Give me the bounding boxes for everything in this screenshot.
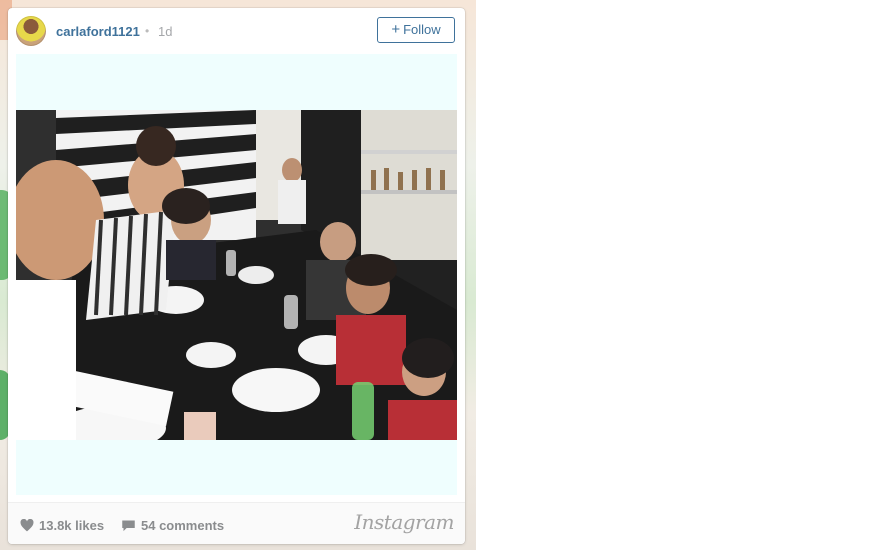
follow-label: Follow bbox=[403, 22, 441, 37]
post-photo[interactable] bbox=[16, 110, 457, 440]
plus-icon: + bbox=[391, 21, 401, 38]
follow-button[interactable]: + Follow bbox=[377, 17, 455, 43]
comments-count[interactable]: 54 comments bbox=[121, 518, 224, 533]
avatar[interactable] bbox=[16, 16, 46, 46]
comments-label: 54 comments bbox=[141, 518, 225, 533]
post-footer: 13.8k likes 54 comments Instagram bbox=[8, 502, 465, 544]
likes-count[interactable]: 13.8k likes bbox=[20, 518, 104, 533]
post-age[interactable]: 1d bbox=[158, 24, 172, 39]
post-header: carlaford1121 • 1d + Follow bbox=[8, 8, 465, 54]
post-media[interactable] bbox=[16, 54, 457, 495]
heart-icon bbox=[20, 519, 34, 532]
instagram-logo[interactable]: Instagram bbox=[354, 510, 454, 534]
username-link[interactable]: carlaford1121 bbox=[56, 24, 140, 39]
instagram-embed-card: carlaford1121 • 1d + Follow 13.8k likes … bbox=[8, 8, 465, 544]
likes-label: 13.8k likes bbox=[39, 518, 105, 533]
separator-dot: • bbox=[145, 24, 150, 38]
speech-bubble-icon bbox=[122, 520, 135, 532]
photo-illustration bbox=[16, 110, 457, 440]
